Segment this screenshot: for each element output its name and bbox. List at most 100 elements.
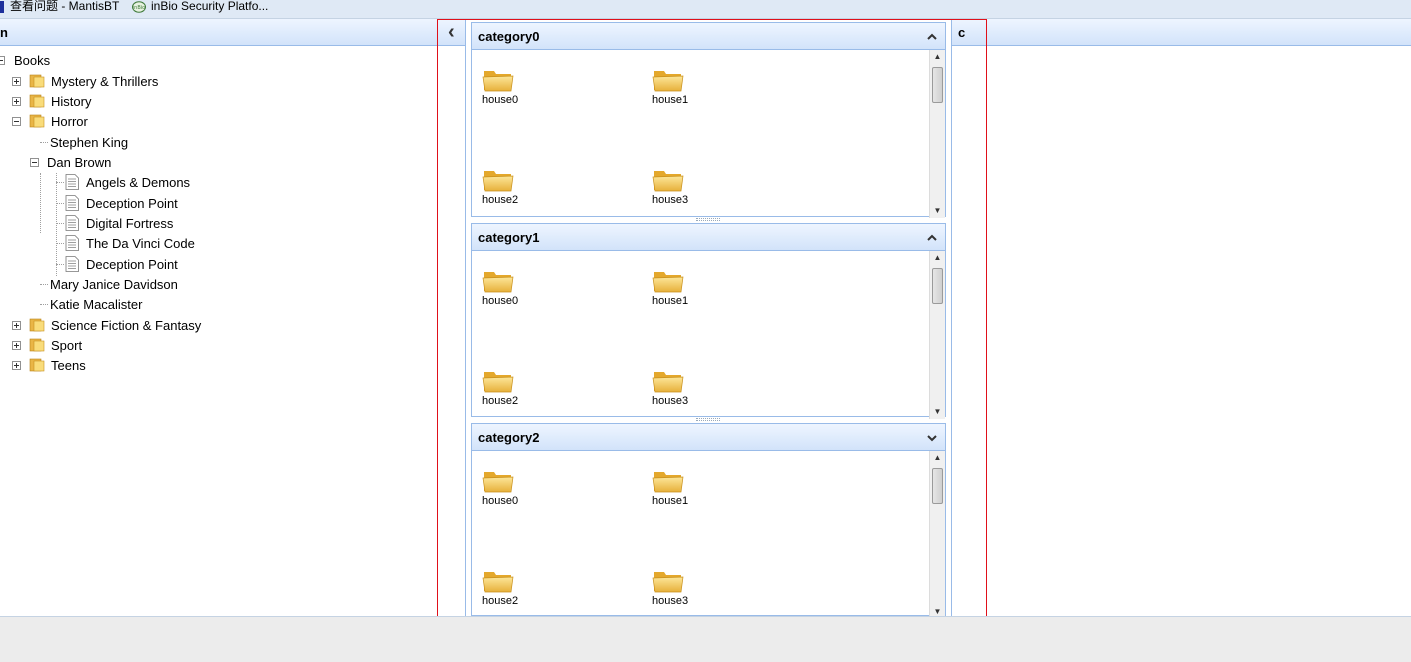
- expand-toggle-icon[interactable]: [12, 320, 21, 330]
- tree-node-mary-janice-davidson[interactable]: Mary Janice Davidson: [50, 274, 178, 294]
- svg-text:inBio: inBio: [133, 5, 145, 11]
- list-item[interactable]: house1: [652, 267, 722, 307]
- panel-body: house0 house1 house2 house3 ▲ ▼: [472, 451, 945, 619]
- list-item[interactable]: house2: [482, 567, 552, 607]
- books-tree: Books Mystery & Thrillers History Horror…: [0, 47, 437, 616]
- scroll-up-icon[interactable]: ▲: [930, 50, 945, 64]
- tree-node-book[interactable]: Digital Fortress: [65, 213, 173, 233]
- folder-icon: [482, 467, 514, 493]
- item-label: house1: [652, 295, 689, 307]
- folder-icon: [652, 367, 684, 393]
- tree-node-label: Mystery & Thrillers: [51, 73, 159, 89]
- item-label: house2: [482, 194, 519, 206]
- scroll-up-icon[interactable]: ▲: [930, 451, 945, 465]
- expand-toggle-icon[interactable]: [12, 340, 21, 350]
- tree-node-label: Mary Janice Davidson: [50, 276, 178, 292]
- item-label: house0: [482, 94, 519, 106]
- panel-header[interactable]: category1: [472, 224, 945, 251]
- list-item[interactable]: house3: [652, 567, 722, 607]
- tree-node-mystery[interactable]: Mystery & Thrillers: [12, 71, 158, 91]
- panel-header[interactable]: category0: [472, 23, 945, 50]
- list-item[interactable]: house0: [482, 66, 552, 106]
- list-item[interactable]: house1: [652, 467, 722, 507]
- chevron-up-icon[interactable]: [925, 224, 939, 251]
- tree-node-stephen-king[interactable]: Stephen King: [50, 132, 128, 152]
- folder-icon: [482, 66, 514, 92]
- list-item[interactable]: house2: [482, 367, 552, 407]
- document-icon: [65, 256, 79, 272]
- tree-node-books[interactable]: Books: [0, 50, 50, 70]
- list-item[interactable]: house1: [652, 66, 722, 106]
- item-label: house0: [482, 495, 519, 507]
- bookmark-inbio-label: inBio Security Platfo...: [151, 0, 269, 13]
- expand-toggle-icon[interactable]: [12, 360, 21, 370]
- scroll-thumb[interactable]: [932, 268, 943, 304]
- folder-icon: [652, 66, 684, 92]
- chevron-left-icon[interactable]: ‹: [448, 21, 455, 43]
- tree-node-label: Digital Fortress: [86, 215, 174, 231]
- scroll-down-icon[interactable]: ▼: [930, 204, 945, 218]
- bookmark-inbio[interactable]: inBio inBio Security Platfo...: [132, 0, 268, 13]
- expand-toggle-icon[interactable]: [12, 96, 21, 106]
- vertical-scrollbar[interactable]: ▲ ▼: [929, 251, 945, 419]
- accordion-panel-category1: category1 house0 house1 house2 house3 ▲ …: [471, 223, 946, 419]
- list-item[interactable]: house2: [482, 166, 552, 206]
- collapse-toggle-icon[interactable]: [0, 55, 5, 65]
- scroll-up-icon[interactable]: ▲: [930, 251, 945, 265]
- bookmark-mantis[interactable]: 查看问题 - MantisBT: [0, 0, 119, 13]
- expand-toggle-icon[interactable]: [12, 76, 21, 86]
- tree-node-history[interactable]: History: [12, 91, 91, 111]
- item-label: house2: [482, 595, 519, 607]
- collapse-toggle-icon[interactable]: [30, 157, 39, 167]
- folder-icon: [652, 166, 684, 192]
- list-item[interactable]: house3: [652, 166, 722, 206]
- panel-header[interactable]: category2: [472, 424, 945, 451]
- splitter-grip[interactable]: [696, 418, 720, 421]
- vertical-scrollbar[interactable]: ▲ ▼: [929, 451, 945, 619]
- tree-node-sport[interactable]: Sport: [12, 335, 82, 355]
- collapsed-panel-strip[interactable]: ‹: [437, 19, 466, 616]
- panel-splitter[interactable]: [471, 217, 946, 222]
- tree-node-dan-brown[interactable]: Dan Brown: [30, 152, 111, 172]
- tree-node-horror[interactable]: Horror: [12, 111, 88, 131]
- panel-title: category1: [478, 230, 540, 245]
- tree-guide: [40, 142, 48, 143]
- scroll-thumb[interactable]: [932, 67, 943, 103]
- tree-node-label: History: [51, 93, 92, 109]
- tree-node-teens[interactable]: Teens: [12, 355, 86, 375]
- tree-node-label: Deception Point: [86, 195, 178, 211]
- splitter-grip[interactable]: [696, 218, 720, 221]
- tree-guide: [56, 223, 64, 224]
- tree-node-katie-macalister[interactable]: Katie Macalister: [50, 294, 142, 314]
- tree-node-label: Science Fiction & Fantasy: [51, 317, 202, 333]
- list-item[interactable]: house0: [482, 467, 552, 507]
- item-label: house0: [482, 295, 519, 307]
- tree-node-label: Angels & Demons: [86, 174, 191, 190]
- document-icon: [65, 215, 79, 231]
- folder-icon: [29, 358, 45, 372]
- folder-icon: [29, 338, 45, 352]
- mantis-icon: [0, 0, 4, 13]
- list-item[interactable]: house3: [652, 367, 722, 407]
- tree-guide: [56, 203, 64, 204]
- tree-node-book[interactable]: Deception Point: [65, 193, 178, 213]
- panel-splitter[interactable]: [471, 417, 946, 422]
- document-icon: [65, 174, 79, 190]
- tree-guide: [40, 173, 41, 233]
- tree-node-book[interactable]: Angels & Demons: [65, 172, 190, 192]
- vertical-scrollbar[interactable]: ▲ ▼: [929, 50, 945, 218]
- scroll-thumb[interactable]: [932, 468, 943, 504]
- tree-node-scifi[interactable]: Science Fiction & Fantasy: [12, 315, 201, 335]
- tree-node-book[interactable]: The Da Vinci Code: [65, 233, 195, 253]
- list-item[interactable]: house0: [482, 267, 552, 307]
- tree-guide: [56, 243, 64, 244]
- accordion-panel-category2: category2 house0 house1 house2 house3 ▲ …: [471, 423, 946, 619]
- chevron-up-icon[interactable]: [925, 23, 939, 50]
- chevron-down-icon[interactable]: [925, 424, 939, 451]
- tree-node-label: Stephen King: [50, 134, 129, 150]
- open-folder-icon: [29, 114, 45, 128]
- tree-node-label: Books: [14, 52, 51, 68]
- tree-node-book[interactable]: Deception Point: [65, 254, 178, 274]
- collapse-toggle-icon[interactable]: [12, 116, 21, 126]
- folder-icon: [29, 94, 45, 108]
